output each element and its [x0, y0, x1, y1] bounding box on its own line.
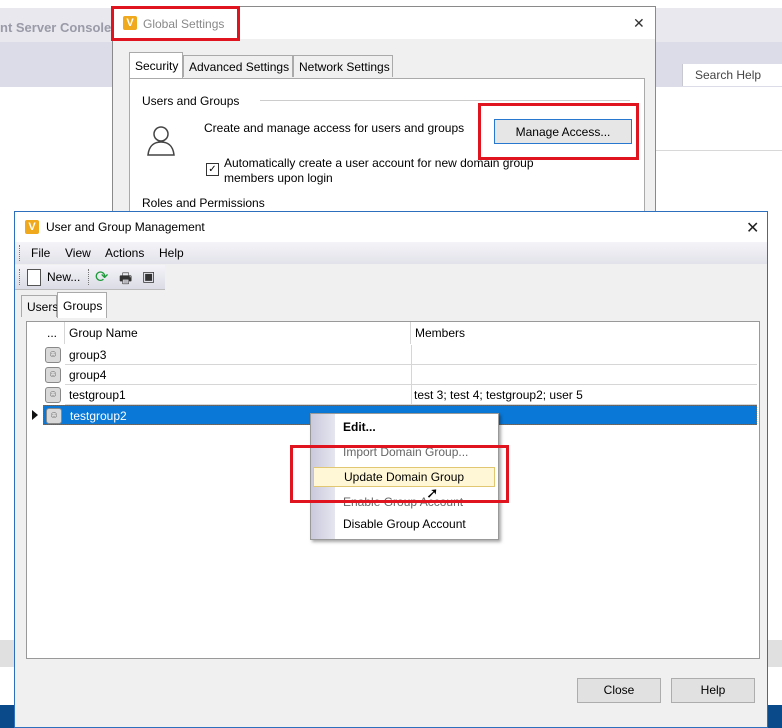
column-header-members[interactable]: Members — [411, 322, 757, 344]
tab-network-settings[interactable]: Network Settings — [293, 55, 393, 77]
group-icon: ☺ — [45, 347, 61, 363]
group-divider — [260, 100, 630, 101]
menu-view[interactable]: View — [65, 246, 91, 260]
auto-create-checkbox[interactable]: ✓ — [206, 163, 219, 176]
members-cell: test 3; test 4; testgroup2; user 5 — [414, 388, 583, 402]
mouse-pointer-icon: ➚ — [426, 485, 439, 502]
table-row[interactable]: ☺ group4 — [27, 365, 757, 385]
new-document-icon[interactable] — [27, 269, 41, 286]
menu-item-edit[interactable]: Edit... — [313, 417, 495, 437]
column-header-group-name[interactable]: Group Name — [65, 322, 411, 344]
group-name-cell: testgroup1 — [69, 388, 126, 402]
menu-item-label: Disable Group Account — [343, 517, 466, 531]
vault-logo-icon: V — [25, 220, 39, 234]
background-console-title: nt Server Console 2 — [0, 20, 123, 35]
user-group-title: User and Group Management — [46, 220, 205, 234]
close-icon[interactable]: ✕ — [633, 15, 645, 32]
tab-advanced-settings[interactable]: Advanced Settings — [183, 55, 293, 77]
cell-divider — [411, 345, 412, 365]
highlight-box-update-domain-group — [290, 445, 509, 503]
print-icon[interactable]: 🖶 — [119, 268, 132, 292]
roles-permissions-heading: Roles and Permissions — [142, 196, 265, 210]
menu-help[interactable]: Help — [159, 246, 184, 260]
user-icon — [144, 123, 178, 160]
help-button[interactable]: Help — [671, 678, 755, 703]
auto-create-label: Automatically create a user account for … — [224, 156, 534, 185]
toolbar-grip — [19, 269, 22, 285]
table-row[interactable]: ☺ testgroup1 test 3; test 4; testgroup2;… — [27, 385, 757, 405]
group-name-cell: testgroup2 — [70, 409, 127, 423]
close-button[interactable]: Close — [577, 678, 661, 703]
background-divider — [655, 150, 782, 151]
cell-divider — [411, 365, 412, 385]
tab-users[interactable]: Users — [21, 295, 58, 317]
current-row-marker-icon — [32, 410, 38, 420]
create-manage-text: Create and manage access for users and g… — [204, 121, 465, 135]
cell-divider — [411, 385, 412, 405]
search-help-placeholder: Search Help — [695, 68, 762, 82]
group-icon: ☺ — [45, 387, 61, 403]
column-header-options[interactable]: ... — [43, 322, 65, 344]
print-preview-icon[interactable]: ▣ — [142, 268, 155, 285]
group-icon: ☺ — [46, 408, 62, 424]
close-icon[interactable]: ✕ — [746, 218, 759, 238]
toolbar-separator — [88, 269, 91, 285]
search-help-input[interactable]: Search Help — [682, 64, 782, 86]
tab-groups[interactable]: Groups — [57, 292, 107, 318]
highlight-box-global-settings — [111, 6, 240, 41]
highlight-box-manage-access — [478, 103, 639, 160]
group-icon: ☺ — [45, 367, 61, 383]
toolbar: New... ⟳ 🖶 ▣ — [15, 265, 165, 290]
user-group-titlebar: V User and Group Management ✕ — [15, 212, 767, 242]
menu-item-label: Edit... — [343, 420, 376, 434]
users-groups-heading: Users and Groups — [142, 94, 240, 108]
menu-file[interactable]: File — [31, 246, 50, 260]
table-row[interactable]: ☺ group3 — [27, 345, 757, 365]
menu-item-disable-group-account[interactable]: Disable Group Account — [313, 514, 495, 534]
menu-bar: File View Actions Help — [15, 242, 767, 264]
group-name-cell: group4 — [69, 368, 107, 382]
refresh-icon[interactable]: ⟳ — [95, 267, 108, 287]
background-statusbar-right — [768, 640, 782, 667]
menu-actions[interactable]: Actions — [105, 246, 144, 260]
group-name-cell: group3 — [69, 348, 107, 362]
new-button[interactable]: New... — [47, 270, 80, 284]
tab-security[interactable]: Security — [129, 52, 183, 78]
menu-grip — [19, 245, 22, 261]
